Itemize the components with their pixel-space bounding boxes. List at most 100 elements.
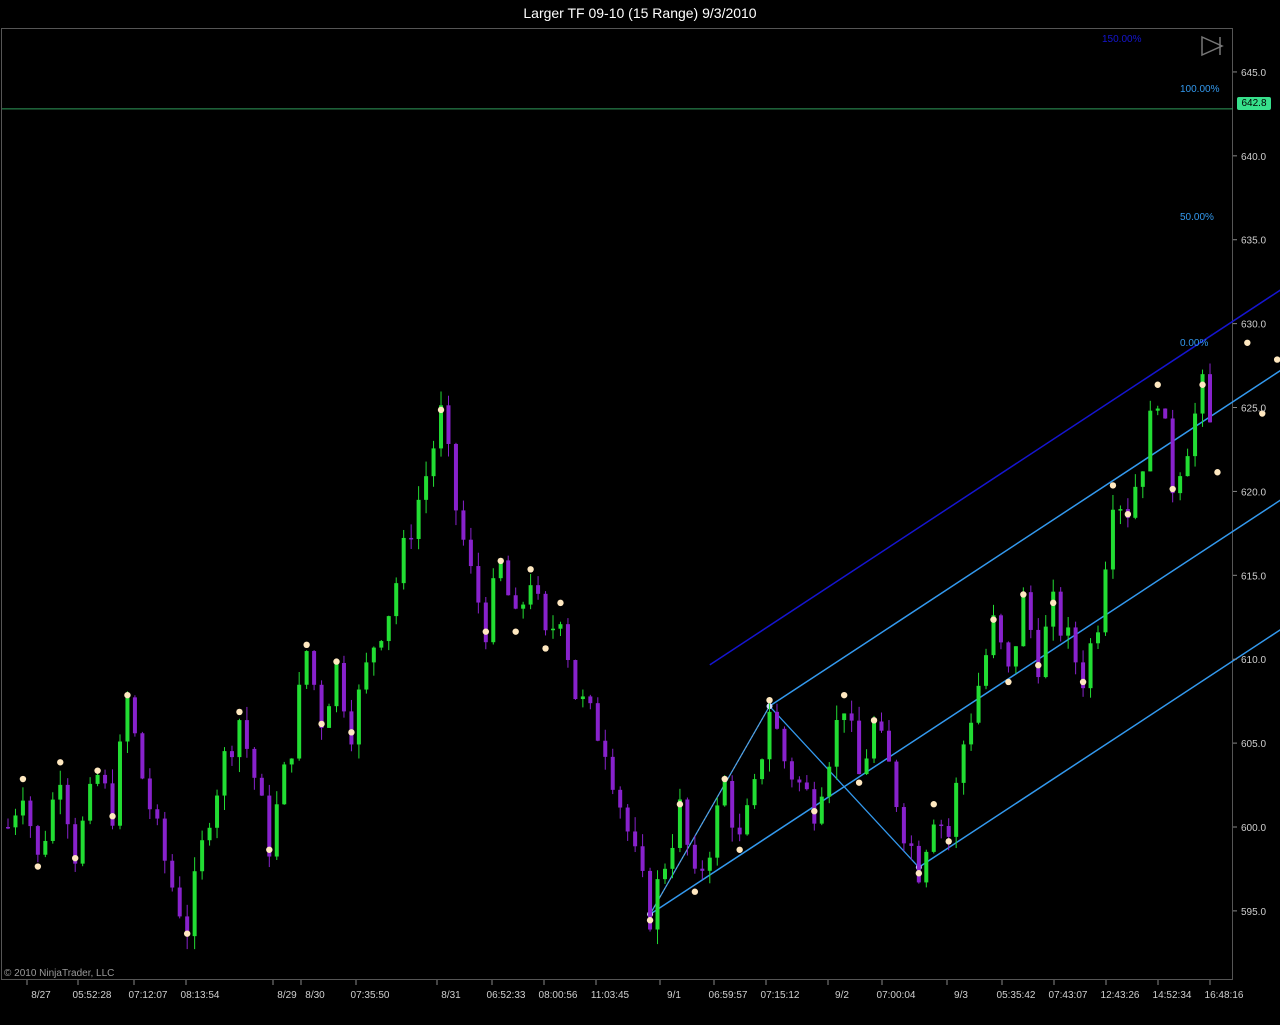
down-bar [170,860,175,888]
x-tick-label: 05:52:28 [73,990,112,1001]
up-bar [1193,413,1198,457]
up-bar [289,758,294,765]
x-tick-label: 16:48:16 [1205,990,1244,1001]
up-bar [1051,591,1056,627]
up-bar [222,751,227,796]
up-bar [961,744,966,783]
down-bar [730,780,735,828]
copyright-label: © 2010 NinjaTrader, LLC [4,968,115,979]
x-tick-label: 8/29 [277,990,297,1001]
down-bar [244,720,249,749]
down-bar [132,697,137,734]
down-bar [155,809,160,819]
up-bar [491,578,496,643]
down-bar [886,730,891,762]
down-bar [1006,642,1011,667]
swing-dot [915,870,923,877]
down-bar [782,728,787,762]
up-bar [864,758,869,775]
swing-dot [870,717,878,724]
down-bar [565,624,570,661]
y-tick-label: 635.0 [1241,236,1266,247]
down-bar [349,711,354,745]
down-bar [543,593,548,631]
swing-dot [303,641,310,649]
down-bar [341,663,346,712]
swing-dot [1079,678,1087,686]
down-bar [603,740,608,757]
up-bar [745,805,750,835]
up-bar [394,583,399,617]
up-bar [1118,509,1123,511]
swing-dot [497,557,504,565]
x-tick-label: 8/31 [441,990,461,1001]
swing-dot [236,708,243,716]
down-bar [939,824,944,827]
pitchfork-150-line [709,289,1280,666]
ninjatrader-logo-icon [1201,35,1224,57]
down-bar [103,774,108,784]
up-bar [80,820,85,864]
up-bar [1043,626,1048,678]
down-bar [476,566,481,603]
swing-dot [930,801,937,808]
swing-dot [676,801,684,808]
up-bar [1148,410,1153,472]
down-bar [573,660,578,700]
channel-level-label: 0.00% [1180,338,1208,349]
up-bar [416,499,421,539]
down-bar [685,799,690,845]
y-tick-label: 620.0 [1241,487,1266,498]
price-chart[interactable]: 150.00% 100.00% 50.00% 0.00% 645.0 640.0 635.… [0,0,1280,1025]
y-tick-label: 600.0 [1241,823,1266,834]
swing-dot [1214,469,1221,476]
up-bar [282,764,287,805]
x-tick-label: 9/3 [954,990,968,1001]
swing-dot [855,779,863,786]
swing-dot [736,846,743,853]
swing-dot [721,775,728,783]
up-bar [1133,486,1138,518]
down-bar [65,784,70,825]
down-bar [1170,418,1175,494]
up-bar [20,800,25,816]
y-tick-label: 595.0 [1241,907,1266,918]
up-bar [401,537,406,584]
up-bar [752,779,757,806]
down-bar [162,818,167,861]
up-bar [88,783,93,821]
up-bar [1110,509,1115,570]
up-bar [125,697,130,742]
down-bar [894,761,899,808]
up-bar [297,684,302,759]
swing-dot [1154,381,1161,388]
current-price-tag: 642.8 [1237,97,1271,110]
swing-dot [542,645,549,652]
x-tick-label: 14:52:34 [1153,990,1192,1001]
x-tick-label: 8/27 [31,990,51,1001]
x-tick-label: 11:03:45 [591,990,630,1001]
down-bar [147,778,152,810]
down-bar [633,831,638,847]
y-tick-label: 640.0 [1241,152,1266,163]
down-bar [857,720,862,775]
down-bar [700,868,705,871]
up-bar [95,774,100,784]
swing-dot [1020,591,1027,598]
up-bar [558,624,563,629]
swing-dot [1199,381,1206,388]
up-bar [237,720,242,758]
swing-dot [19,775,27,783]
up-bar [364,662,369,690]
up-bar [43,840,48,855]
up-bar [371,647,376,663]
swing-dot [1124,510,1132,518]
down-bar [1163,408,1168,419]
y-axis: 645.0 640.0 635.0 630.0 625.0 620.0 615.0 610.0… [1233,68,1266,918]
x-tick-label: 9/1 [667,990,681,1001]
down-bar [1208,374,1212,423]
swing-dot [57,759,64,766]
swing-dot [109,813,116,820]
up-bar [334,663,339,707]
up-bar [521,604,526,609]
